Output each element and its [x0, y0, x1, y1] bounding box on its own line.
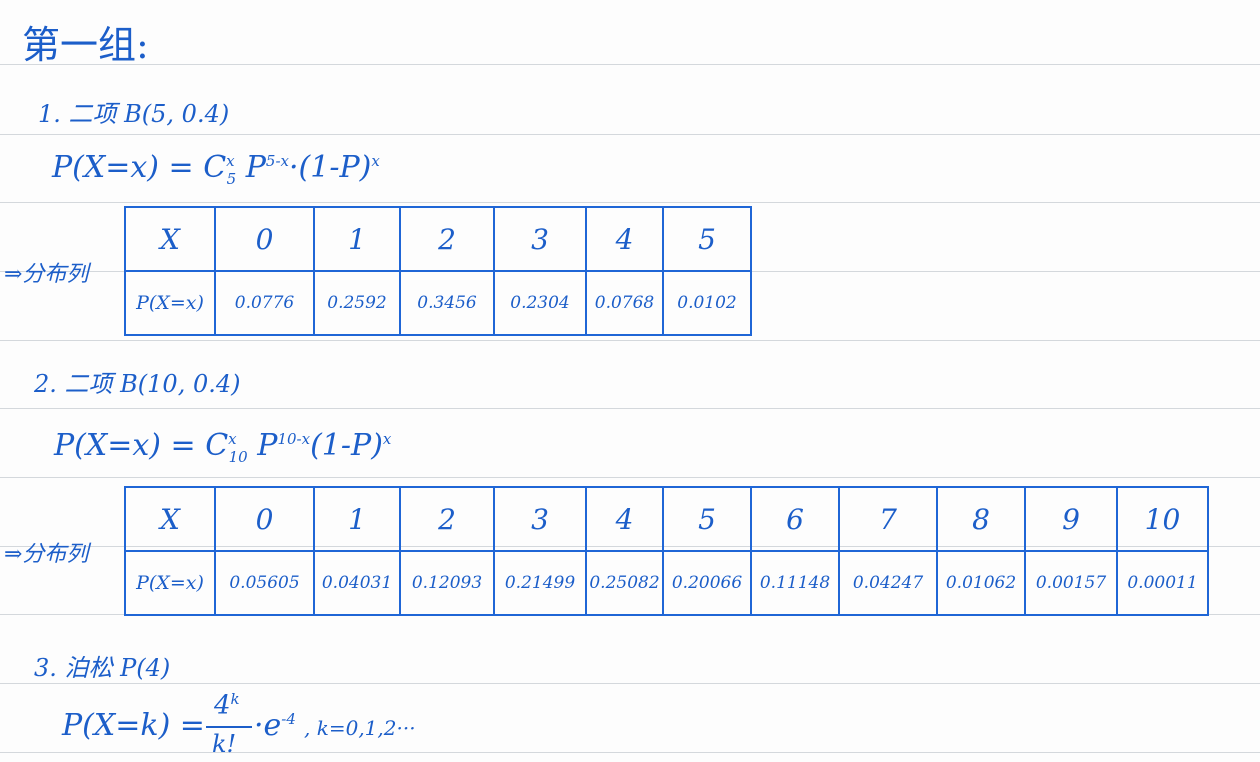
p-cell: 0.25082: [585, 550, 664, 616]
numerator-base: 4: [214, 690, 231, 721]
section-3-heading: 3. 泊松 P(4): [34, 654, 171, 682]
p-cell: 0.0768: [585, 270, 664, 336]
x-cell: 3: [493, 486, 587, 552]
x-cell: 4: [585, 486, 664, 552]
p-cell: 0.05605: [214, 550, 315, 616]
x-cell: 7: [838, 486, 938, 552]
table-row: P(X=x) 0.0776 0.2592 0.3456 0.2304 0.076…: [124, 270, 752, 336]
p-cell: 0.00011: [1116, 550, 1209, 616]
distribution-label-1: ⇒分布列: [4, 262, 89, 287]
p-cell: 0.12093: [399, 550, 495, 616]
formula-sup: 10-x: [277, 430, 311, 448]
p-cell: 0.0102: [662, 270, 752, 336]
x-cell: 5: [662, 206, 752, 272]
table-row: X 0 1 2 3 4 5 6 7 8 9 10: [124, 486, 1209, 552]
p-cell: 0.21499: [493, 550, 587, 616]
ruled-line: [0, 408, 1260, 409]
fraction-bar: [206, 726, 252, 728]
ruled-line: [0, 340, 1260, 341]
ruled-line: [0, 683, 1260, 684]
x-cell: 1: [313, 486, 401, 552]
page-title: 第一组:: [22, 23, 149, 67]
x-cell: 8: [936, 486, 1026, 552]
formula-sub: 5: [226, 170, 237, 188]
formula-sup: x: [228, 430, 237, 448]
distribution-table-1: X 0 1 2 3 4 5 P(X=x) 0.0776 0.2592 0.345…: [124, 206, 752, 336]
formula-p: P: [245, 150, 266, 185]
formula-sub: 10: [228, 448, 248, 466]
exp-term: ·e-4: [254, 708, 296, 743]
section-2-formula: P(X=x) = Cx10 P10-x(1-P)x: [54, 428, 391, 466]
ruled-line: [0, 477, 1260, 478]
x-cell: 6: [750, 486, 840, 552]
table-row: P(X=x) 0.05605 0.04031 0.12093 0.21499 0…: [124, 550, 1209, 616]
x-cell: 5: [662, 486, 752, 552]
distribution-table-2: X 0 1 2 3 4 5 6 7 8 9 10 P(X=x) 0.05605 …: [124, 486, 1209, 616]
section-2-heading: 2. 二项 B(10, 0.4): [34, 370, 241, 398]
x-header-cell: X: [124, 206, 216, 272]
x-cell: 2: [399, 486, 495, 552]
exp-sup: -4: [281, 710, 296, 728]
p-cell: 0.2304: [493, 270, 587, 336]
x-cell: 0: [214, 206, 315, 272]
section-1-formula: P(X=x) = Cx5 P5-x·(1-P)x: [52, 150, 380, 188]
x-cell: 9: [1024, 486, 1118, 552]
formula-sup: x: [382, 430, 392, 448]
numerator-sup: k: [230, 690, 240, 708]
formula-sup: x: [371, 152, 380, 170]
formula-lhs: P(X=k) =: [62, 708, 205, 743]
x-cell: 4: [585, 206, 664, 272]
p-cell: 0.20066: [662, 550, 752, 616]
p-cell: 0.0776: [214, 270, 315, 336]
x-cell: 10: [1116, 486, 1209, 552]
formula-sup: x: [226, 152, 235, 170]
formula-lhs: P(X=x) = C: [54, 428, 229, 463]
p-cell: 0.04031: [313, 550, 401, 616]
table-row: X 0 1 2 3 4 5: [124, 206, 752, 272]
exp-base: ·e: [254, 708, 282, 743]
x-cell: 0: [214, 486, 315, 552]
p-cell: 0.11148: [750, 550, 840, 616]
x-cell: 2: [399, 206, 495, 272]
x-cell: 1: [313, 206, 401, 272]
formula-sup: 5-x: [265, 152, 289, 170]
formula-lhs: P(X=x) = C: [52, 150, 227, 185]
formula-mid: ·(1-P): [289, 150, 372, 185]
ruled-line: [0, 134, 1260, 135]
x-cell: 3: [493, 206, 587, 272]
p-cell: 0.01062: [936, 550, 1026, 616]
p-cell: 0.00157: [1024, 550, 1118, 616]
x-header-cell: X: [124, 486, 216, 552]
formula-mid: (1-P): [310, 428, 383, 463]
section-1-heading: 1. 二项 B(5, 0.4): [38, 100, 230, 128]
fraction-numerator: 4k: [214, 690, 240, 721]
p-header-cell: P(X=x): [124, 270, 216, 336]
p-header-cell: P(X=x): [124, 550, 216, 616]
ruled-line: [0, 202, 1260, 203]
p-cell: 0.04247: [838, 550, 938, 616]
ruled-line: [0, 64, 1260, 65]
section-3-formula: P(X=k) = 4k k! ·e-4 , k=0,1,2···: [62, 690, 482, 760]
formula-p: P: [257, 428, 278, 463]
p-cell: 0.3456: [399, 270, 495, 336]
p-cell: 0.2592: [313, 270, 401, 336]
distribution-label-2: ⇒分布列: [4, 542, 89, 567]
fraction-denominator: k!: [212, 730, 237, 758]
formula-tail: , k=0,1,2···: [304, 716, 416, 740]
